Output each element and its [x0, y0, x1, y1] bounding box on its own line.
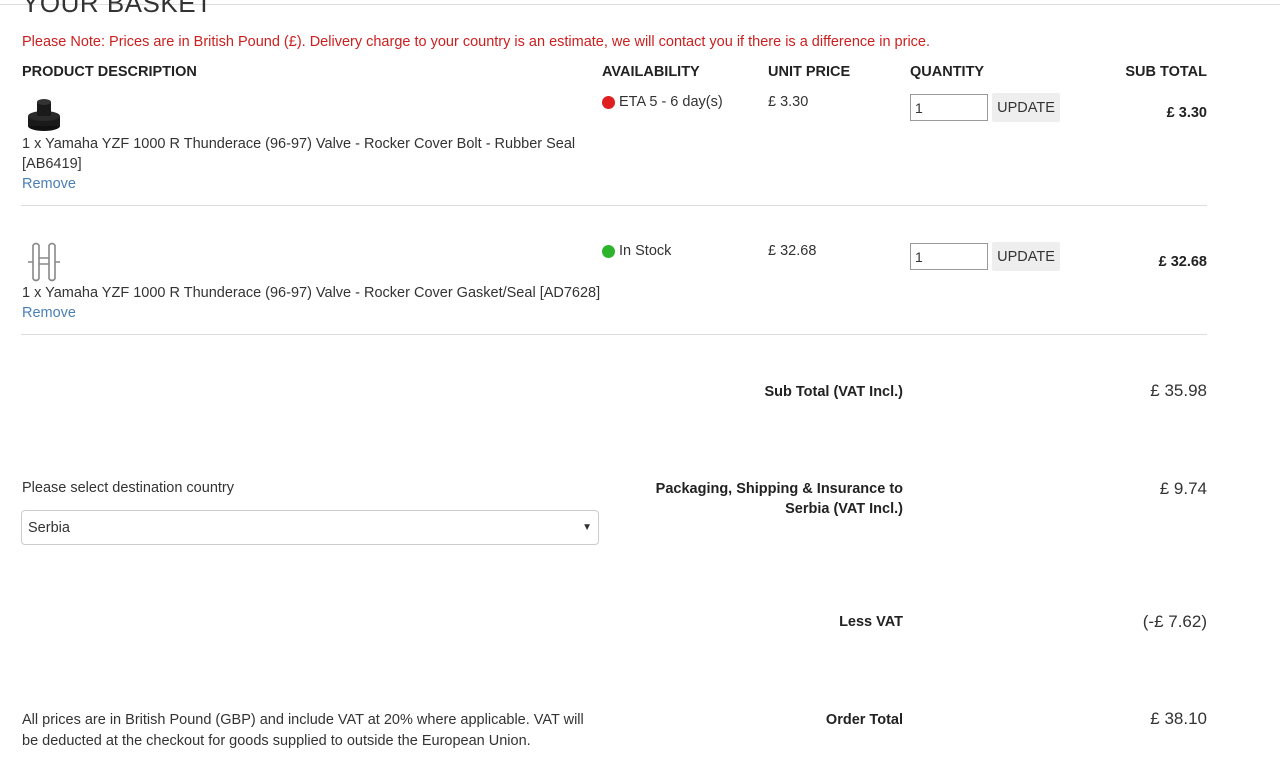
row-divider: [21, 334, 1207, 335]
availability-text: In Stock: [619, 243, 672, 259]
item-description: 1 x Yamaha YZF 1000 R Thunderace (96-97)…: [22, 136, 576, 172]
page-title: YOUR BASKET: [22, 0, 213, 18]
update-button[interactable]: UPDATE: [992, 242, 1060, 271]
status-dot-red: [602, 95, 615, 109]
availability-text: ETA 5 - 6 day(s): [619, 94, 723, 110]
unit-price: £ 3.30: [768, 94, 809, 110]
shipping-label-line-1: Packaging, Shipping & Insurance to: [655, 481, 903, 497]
unit-price: £ 32.68: [768, 243, 817, 259]
shipping-label-line-2: Serbia (VAT Incl.): [785, 501, 903, 517]
destination-label: Please select destination country: [22, 480, 234, 496]
rubber-seal-icon[interactable]: [24, 96, 64, 136]
order-total-label: Order Total: [825, 712, 903, 728]
row-divider: [21, 205, 1207, 206]
shipping-value: £ 9.74: [1159, 479, 1207, 498]
line-sub-total: £ 3.30: [1166, 105, 1207, 121]
header-sub-total: SUB TOTAL: [1125, 64, 1207, 80]
sub-total-value: £ 35.98: [1150, 381, 1207, 400]
availability-status: ETA 5 - 6 day(s): [602, 94, 723, 110]
less-vat-value: (-£ 7.62): [1142, 612, 1207, 631]
destination-selected: Serbia: [28, 519, 70, 536]
destination-country-select[interactable]: Serbia ▼: [21, 510, 599, 545]
quantity-input[interactable]: [910, 243, 988, 270]
gasket-icon[interactable]: [24, 242, 64, 282]
remove-item-link[interactable]: Remove: [22, 176, 76, 192]
caret-down-icon: ▼: [582, 522, 592, 533]
header-product-description: PRODUCT DESCRIPTION: [22, 64, 197, 80]
remove-item-link[interactable]: Remove: [22, 305, 76, 321]
item-description: 1 x Yamaha YZF 1000 R Thunderace (96-97)…: [22, 285, 601, 301]
shipping-label: Packaging, Shipping & Insurance to Serbi…: [656, 479, 903, 519]
less-vat-label: Less VAT: [839, 614, 903, 630]
line-sub-total: £ 32.68: [1158, 254, 1207, 270]
order-total-value: £ 38.10: [1150, 709, 1207, 728]
sub-total-label: Sub Total (VAT Incl.): [764, 384, 903, 400]
update-button[interactable]: UPDATE: [992, 93, 1060, 122]
header-quantity: QUANTITY: [910, 64, 985, 80]
quantity-input[interactable]: [910, 94, 988, 121]
status-dot-green: [602, 244, 615, 258]
header-unit-price: UNIT PRICE: [768, 64, 851, 80]
availability-status: In Stock: [602, 243, 671, 259]
price-note: Please Note: Prices are in British Pound…: [22, 34, 931, 50]
header-availability: AVAILABILITY: [602, 64, 700, 80]
vat-footnote: All prices are in British Pound (GBP) an…: [22, 712, 584, 749]
